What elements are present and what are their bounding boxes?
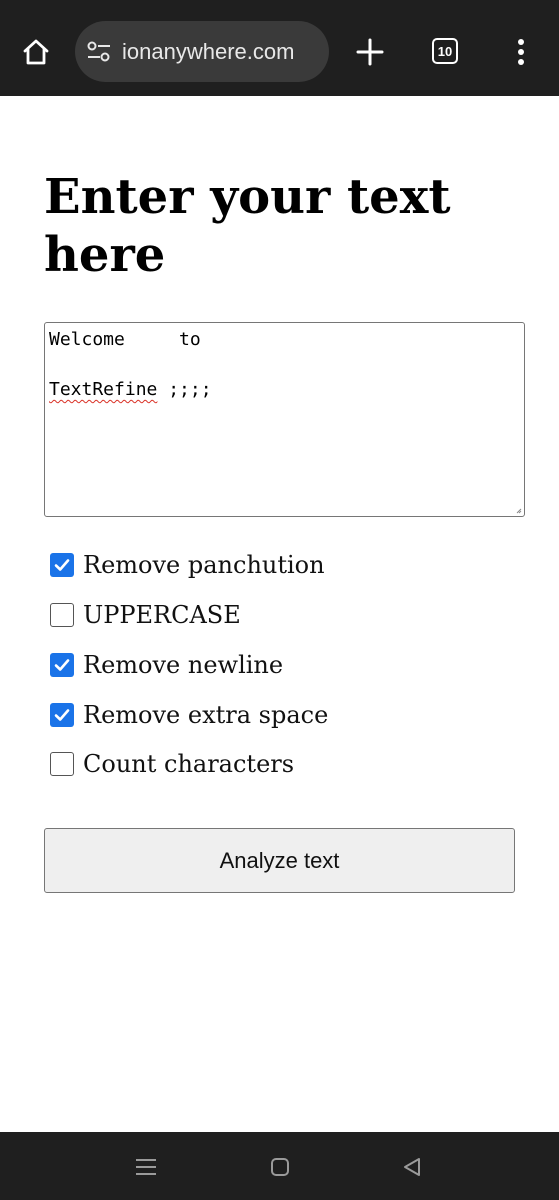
back-icon	[404, 1158, 420, 1176]
option-label: Remove extra space	[83, 701, 329, 729]
home-icon	[23, 39, 49, 65]
browser-toolbar: ionanywhere.com 10	[0, 0, 559, 96]
option-remove-punctuation[interactable]: Remove panchution	[50, 551, 325, 579]
option-label: Remove newline	[83, 651, 284, 679]
page-title: Enter your text here	[44, 169, 451, 283]
checkbox[interactable]	[50, 553, 74, 577]
more-vert-icon	[518, 39, 524, 65]
plus-icon	[356, 38, 384, 66]
recents-icon	[136, 1159, 156, 1175]
resize-handle-icon[interactable]	[516, 508, 522, 514]
url-text[interactable]: ionanywhere.com	[122, 21, 294, 82]
option-uppercase[interactable]: UPPERCASE	[50, 601, 241, 629]
system-home-button[interactable]	[268, 1155, 292, 1179]
tab-count-icon[interactable]: 10	[432, 38, 458, 64]
checkbox[interactable]	[50, 752, 74, 776]
option-remove-newline[interactable]: Remove newline	[50, 651, 284, 679]
option-remove-extra-space[interactable]: Remove extra space	[50, 701, 329, 729]
checkbox[interactable]	[50, 653, 74, 677]
analyze-button[interactable]: Analyze text	[44, 828, 515, 893]
analyze-label: Analyze text	[219, 847, 340, 873]
tune-icon[interactable]	[86, 40, 112, 64]
misspelled-word: TextRefine	[49, 379, 158, 400]
checkbox[interactable]	[50, 703, 74, 727]
tab-count: 10	[437, 43, 453, 59]
text-input[interactable]: Welcome to TextRefine ;;;;	[44, 322, 525, 517]
new-tab-button[interactable]	[350, 30, 390, 74]
home-button[interactable]	[14, 30, 58, 74]
more-menu-button[interactable]	[510, 32, 532, 72]
checkbox[interactable]	[50, 603, 74, 627]
checkmark-icon	[54, 659, 70, 671]
option-count-characters[interactable]: Count characters	[50, 750, 295, 778]
option-label: Count characters	[83, 750, 295, 778]
option-label: UPPERCASE	[83, 601, 241, 629]
home-circle-icon	[271, 1158, 289, 1176]
address-bar[interactable]: ionanywhere.com	[75, 21, 329, 82]
checkmark-icon	[54, 709, 70, 721]
recents-button[interactable]	[134, 1155, 158, 1179]
checkmark-icon	[54, 559, 70, 571]
system-back-button[interactable]	[400, 1155, 424, 1179]
option-label: Remove panchution	[83, 551, 325, 579]
text-line-1: Welcome to	[49, 329, 201, 350]
system-nav-bar	[0, 1132, 559, 1200]
text-line-3-rest: ;;;;	[157, 379, 212, 400]
